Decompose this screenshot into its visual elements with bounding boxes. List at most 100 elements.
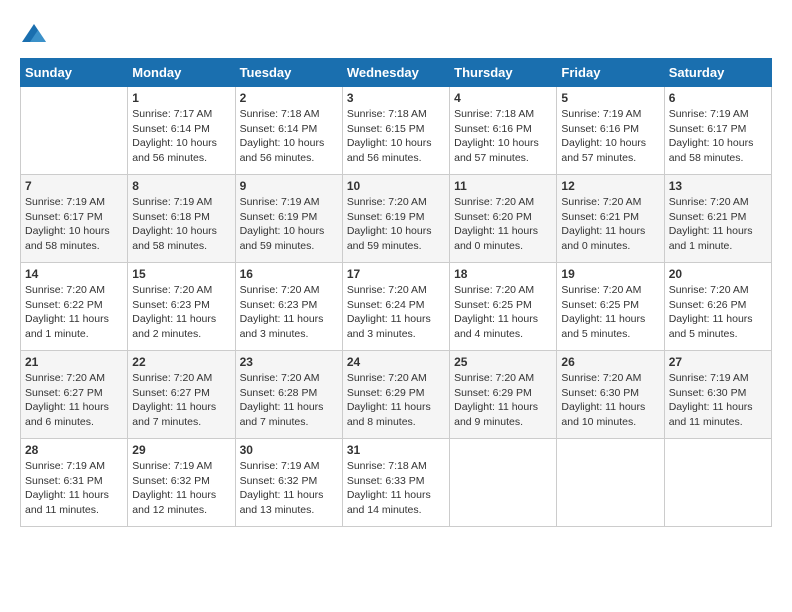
- calendar-cell: 15Sunrise: 7:20 AM Sunset: 6:23 PM Dayli…: [128, 263, 235, 351]
- day-info: Sunrise: 7:20 AM Sunset: 6:27 PM Dayligh…: [132, 371, 230, 430]
- header-day-friday: Friday: [557, 59, 664, 87]
- calendar-cell: 7Sunrise: 7:19 AM Sunset: 6:17 PM Daylig…: [21, 175, 128, 263]
- calendar-cell: 1 Sunrise: 7:17 AM Sunset: 6:14 PM Daylig…: [128, 87, 235, 175]
- header-day-thursday: Thursday: [450, 59, 557, 87]
- calendar-cell: 18 Sunrise: 7:20 AM Sunset: 6:25 PM Dayli…: [450, 263, 557, 351]
- day-info: Sunrise: 7:17 AM Sunset: 6:14 PM Dayligh…: [132, 107, 230, 166]
- calendar-cell: 30Sunrise: 7:19 AM Sunset: 6:32 PM Dayli…: [235, 439, 342, 527]
- day-info: Sunrise: 7:20 AM Sunset: 6:26 PM Dayligh…: [669, 283, 767, 342]
- day-number: 22: [132, 355, 230, 369]
- day-info: Sunrise: 7:20 AM Sunset: 6:23 PM Dayligh…: [240, 283, 338, 342]
- day-info: Sunrise: 7:20 AM Sunset: 6:25 PM Dayligh…: [561, 283, 659, 342]
- calendar-table: SundayMondayTuesdayWednesdayThursdayFrid…: [20, 58, 772, 527]
- day-number: 21: [25, 355, 123, 369]
- week-row-3: 14Sunrise: 7:20 AM Sunset: 6:22 PM Dayli…: [21, 263, 772, 351]
- day-number: 26: [561, 355, 659, 369]
- day-info: Sunrise: 7:19 AM Sunset: 6:16 PM Dayligh…: [561, 107, 659, 166]
- day-info: Sunrise: 7:20 AM Sunset: 6:21 PM Dayligh…: [561, 195, 659, 254]
- logo: [20, 20, 52, 48]
- page-header: [20, 20, 772, 48]
- header-day-saturday: Saturday: [664, 59, 771, 87]
- day-info: Sunrise: 7:20 AM Sunset: 6:19 PM Dayligh…: [347, 195, 445, 254]
- calendar-cell: [450, 439, 557, 527]
- calendar-cell: 27Sunrise: 7:19 AM Sunset: 6:30 PM Dayli…: [664, 351, 771, 439]
- day-info: Sunrise: 7:20 AM Sunset: 6:29 PM Dayligh…: [347, 371, 445, 430]
- calendar-cell: 29 Sunrise: 7:19 AM Sunset: 6:32 PM Dayli…: [128, 439, 235, 527]
- day-number: 11: [454, 179, 552, 193]
- day-number: 30: [240, 443, 338, 457]
- day-number: 10: [347, 179, 445, 193]
- calendar-cell: 25 Sunrise: 7:20 AM Sunset: 6:29 PM Dayli…: [450, 351, 557, 439]
- day-number: 4: [454, 91, 552, 105]
- day-number: 2: [240, 91, 338, 105]
- day-number: 14: [25, 267, 123, 281]
- calendar-cell: 11 Sunrise: 7:20 AM Sunset: 6:20 PM Dayli…: [450, 175, 557, 263]
- day-info: Sunrise: 7:20 AM Sunset: 6:20 PM Dayligh…: [454, 195, 552, 254]
- calendar-cell: 17 Sunrise: 7:20 AM Sunset: 6:24 PM Dayli…: [342, 263, 449, 351]
- day-number: 13: [669, 179, 767, 193]
- calendar-cell: 6Sunrise: 7:19 AM Sunset: 6:17 PM Daylig…: [664, 87, 771, 175]
- day-info: Sunrise: 7:20 AM Sunset: 6:27 PM Dayligh…: [25, 371, 123, 430]
- calendar-cell: 23Sunrise: 7:20 AM Sunset: 6:28 PM Dayli…: [235, 351, 342, 439]
- calendar-cell: 14Sunrise: 7:20 AM Sunset: 6:22 PM Dayli…: [21, 263, 128, 351]
- day-number: 1: [132, 91, 230, 105]
- calendar-cell: 4Sunrise: 7:18 AM Sunset: 6:16 PM Daylig…: [450, 87, 557, 175]
- day-info: Sunrise: 7:20 AM Sunset: 6:21 PM Dayligh…: [669, 195, 767, 254]
- day-info: Sunrise: 7:18 AM Sunset: 6:14 PM Dayligh…: [240, 107, 338, 166]
- day-number: 20: [669, 267, 767, 281]
- day-number: 15: [132, 267, 230, 281]
- calendar-cell: 16 Sunrise: 7:20 AM Sunset: 6:23 PM Dayli…: [235, 263, 342, 351]
- day-number: 18: [454, 267, 552, 281]
- day-info: Sunrise: 7:20 AM Sunset: 6:24 PM Dayligh…: [347, 283, 445, 342]
- calendar-cell: 20 Sunrise: 7:20 AM Sunset: 6:26 PM Dayli…: [664, 263, 771, 351]
- day-number: 24: [347, 355, 445, 369]
- day-number: 8: [132, 179, 230, 193]
- calendar-cell: 31Sunrise: 7:18 AM Sunset: 6:33 PM Dayli…: [342, 439, 449, 527]
- day-info: Sunrise: 7:20 AM Sunset: 6:29 PM Dayligh…: [454, 371, 552, 430]
- day-number: 12: [561, 179, 659, 193]
- day-info: Sunrise: 7:19 AM Sunset: 6:18 PM Dayligh…: [132, 195, 230, 254]
- calendar-cell: 28 Sunrise: 7:19 AM Sunset: 6:31 PM Dayli…: [21, 439, 128, 527]
- calendar-cell: 3 Sunrise: 7:18 AM Sunset: 6:15 PM Daylig…: [342, 87, 449, 175]
- calendar-cell: [557, 439, 664, 527]
- day-info: Sunrise: 7:18 AM Sunset: 6:15 PM Dayligh…: [347, 107, 445, 166]
- calendar-cell: [21, 87, 128, 175]
- week-row-2: 7Sunrise: 7:19 AM Sunset: 6:17 PM Daylig…: [21, 175, 772, 263]
- day-info: Sunrise: 7:19 AM Sunset: 6:31 PM Dayligh…: [25, 459, 123, 518]
- header-day-monday: Monday: [128, 59, 235, 87]
- day-info: Sunrise: 7:19 AM Sunset: 6:17 PM Dayligh…: [25, 195, 123, 254]
- calendar-cell: 21 Sunrise: 7:20 AM Sunset: 6:27 PM Dayli…: [21, 351, 128, 439]
- week-row-1: 1 Sunrise: 7:17 AM Sunset: 6:14 PM Daylig…: [21, 87, 772, 175]
- day-info: Sunrise: 7:19 AM Sunset: 6:30 PM Dayligh…: [669, 371, 767, 430]
- calendar-cell: 2 Sunrise: 7:18 AM Sunset: 6:14 PM Daylig…: [235, 87, 342, 175]
- day-number: 3: [347, 91, 445, 105]
- calendar-cell: 19 Sunrise: 7:20 AM Sunset: 6:25 PM Dayli…: [557, 263, 664, 351]
- calendar-cell: 12 Sunrise: 7:20 AM Sunset: 6:21 PM Dayli…: [557, 175, 664, 263]
- day-number: 6: [669, 91, 767, 105]
- calendar-cell: 10 Sunrise: 7:20 AM Sunset: 6:19 PM Dayli…: [342, 175, 449, 263]
- calendar-cell: 9 Sunrise: 7:19 AM Sunset: 6:19 PM Daylig…: [235, 175, 342, 263]
- calendar-cell: 26 Sunrise: 7:20 AM Sunset: 6:30 PM Dayli…: [557, 351, 664, 439]
- header-row: SundayMondayTuesdayWednesdayThursdayFrid…: [21, 59, 772, 87]
- calendar-cell: 24 Sunrise: 7:20 AM Sunset: 6:29 PM Dayli…: [342, 351, 449, 439]
- header-day-wednesday: Wednesday: [342, 59, 449, 87]
- day-number: 17: [347, 267, 445, 281]
- header-day-tuesday: Tuesday: [235, 59, 342, 87]
- day-info: Sunrise: 7:20 AM Sunset: 6:25 PM Dayligh…: [454, 283, 552, 342]
- calendar-cell: 22 Sunrise: 7:20 AM Sunset: 6:27 PM Dayli…: [128, 351, 235, 439]
- day-number: 29: [132, 443, 230, 457]
- week-row-5: 28 Sunrise: 7:19 AM Sunset: 6:31 PM Dayli…: [21, 439, 772, 527]
- calendar-cell: 8 Sunrise: 7:19 AM Sunset: 6:18 PM Daylig…: [128, 175, 235, 263]
- day-info: Sunrise: 7:19 AM Sunset: 6:32 PM Dayligh…: [132, 459, 230, 518]
- day-info: Sunrise: 7:20 AM Sunset: 6:30 PM Dayligh…: [561, 371, 659, 430]
- day-number: 5: [561, 91, 659, 105]
- day-number: 16: [240, 267, 338, 281]
- header-day-sunday: Sunday: [21, 59, 128, 87]
- day-info: Sunrise: 7:19 AM Sunset: 6:19 PM Dayligh…: [240, 195, 338, 254]
- day-info: Sunrise: 7:18 AM Sunset: 6:33 PM Dayligh…: [347, 459, 445, 518]
- week-row-4: 21 Sunrise: 7:20 AM Sunset: 6:27 PM Dayli…: [21, 351, 772, 439]
- day-number: 25: [454, 355, 552, 369]
- day-number: 28: [25, 443, 123, 457]
- day-number: 9: [240, 179, 338, 193]
- day-number: 19: [561, 267, 659, 281]
